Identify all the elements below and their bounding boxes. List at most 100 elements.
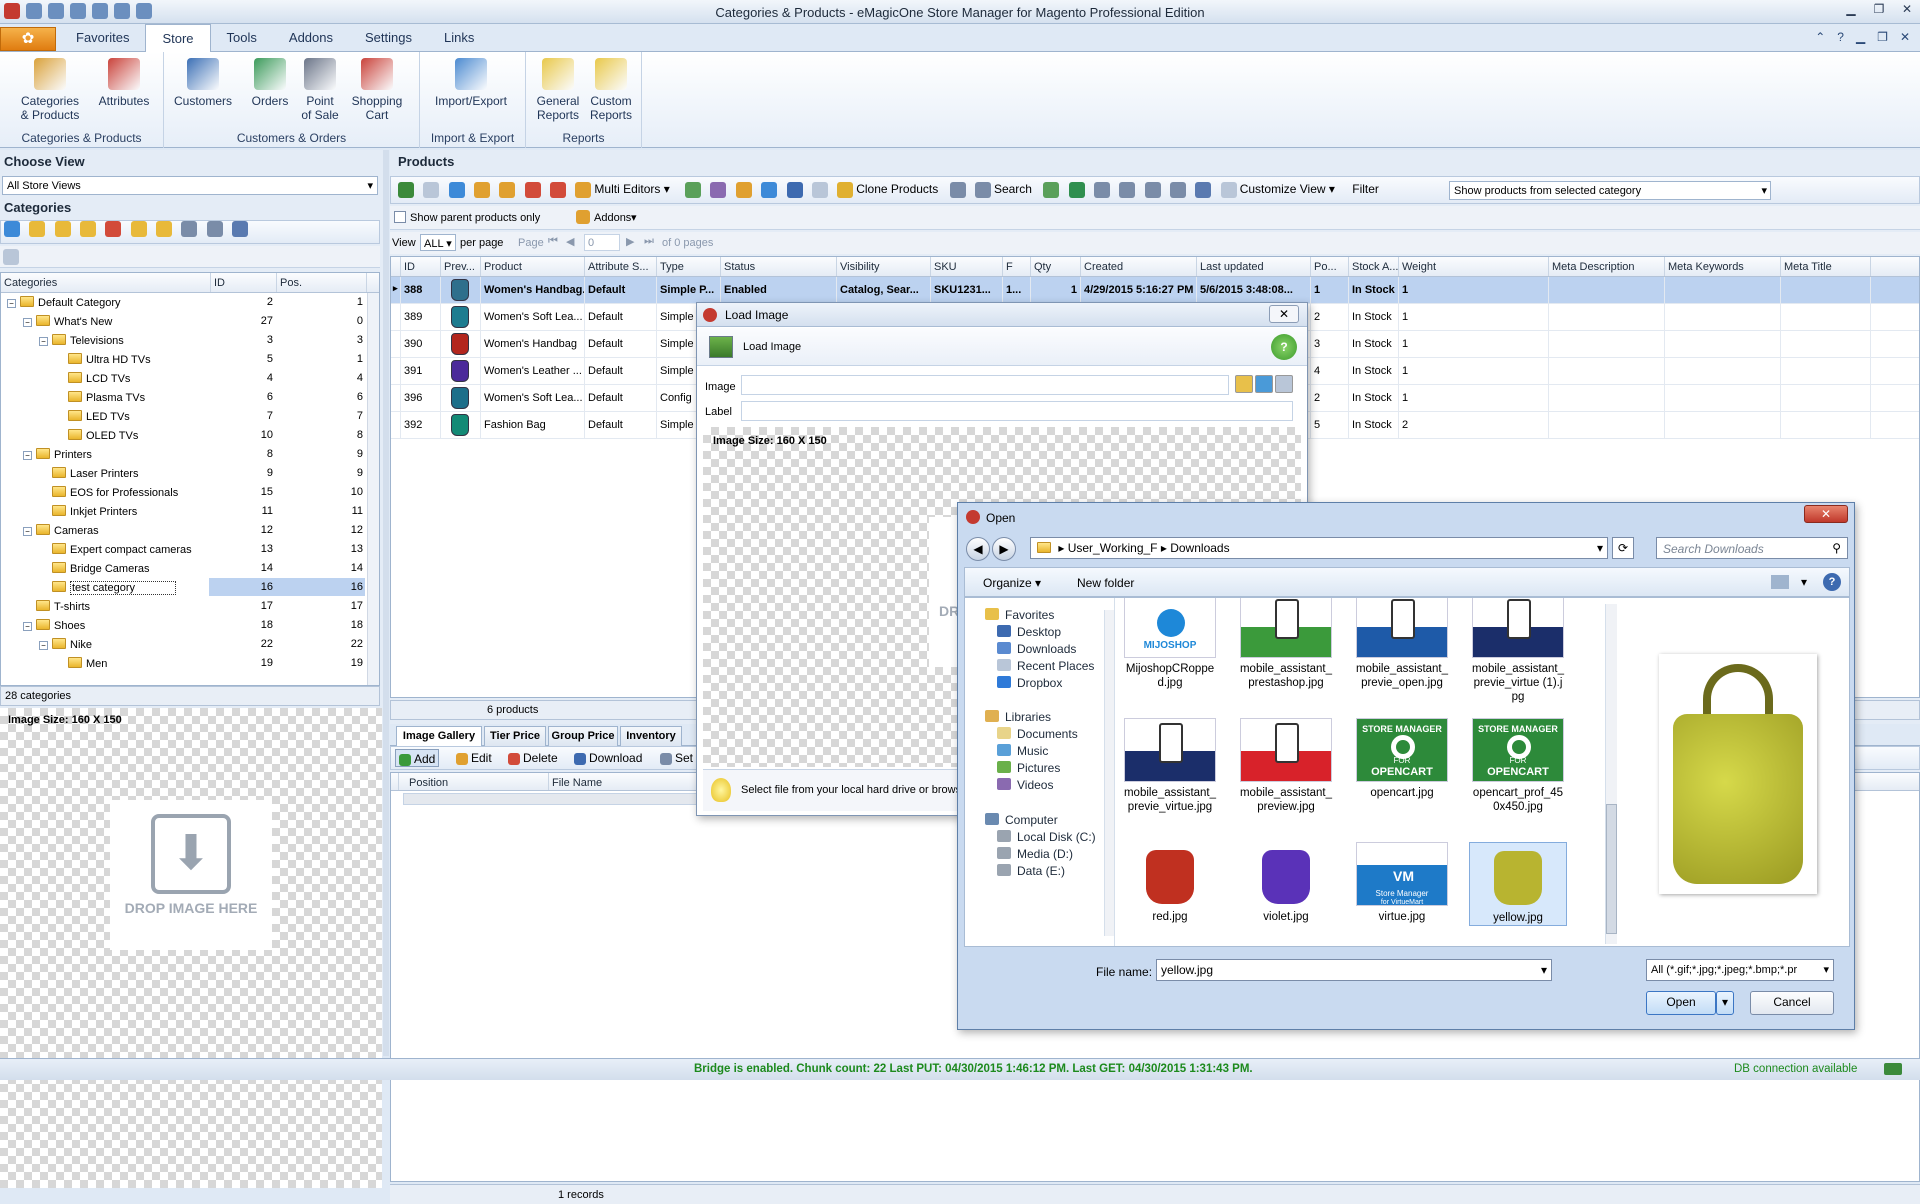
collapse-icon[interactable]: − — [39, 337, 48, 346]
file-item[interactable]: yellow.jpg — [1469, 842, 1567, 926]
tab-store[interactable]: Store — [145, 24, 211, 53]
category-tree-row[interactable]: OLED TVs 10 8 — [1, 426, 367, 445]
table-row[interactable]: ▸ 388 Women's Handbag... Default Simple P...… — [391, 277, 1919, 304]
tab-image-gallery[interactable]: Image Gallery — [396, 726, 482, 746]
refresh-icon[interactable] — [448, 182, 465, 198]
category-tree-row[interactable]: LED TVs 7 7 — [1, 407, 367, 426]
sort-asc-icon[interactable] — [1119, 182, 1136, 198]
ribbon-pointbutton[interactable]: Point of Sale — [296, 58, 344, 122]
minimize-icon[interactable]: ▁ — [1856, 30, 1865, 44]
maximize-icon[interactable]: ❐ — [1872, 2, 1886, 16]
customize-view-button[interactable]: Customize View — [1240, 182, 1326, 196]
bulk-icon[interactable] — [710, 182, 727, 198]
last-page-icon[interactable]: ⏭ — [644, 235, 654, 248]
col-prev-[interactable]: Prev... — [441, 257, 481, 276]
image-path-input[interactable] — [741, 375, 1229, 395]
add-subcategory-icon[interactable] — [54, 221, 71, 237]
nav-item[interactable]: Dropbox — [997, 676, 1062, 690]
category-tree-row[interactable]: Bridge Cameras 14 14 — [1, 559, 367, 578]
col-qty[interactable]: Qty — [1031, 257, 1081, 276]
nav-item[interactable]: Media (D:) — [997, 847, 1073, 861]
first-page-icon[interactable]: ⏮ — [548, 235, 558, 248]
nav-item[interactable]: Local Disk (C:) — [997, 830, 1096, 844]
search-button[interactable]: Search — [994, 182, 1032, 196]
add-category-icon[interactable] — [29, 221, 46, 237]
category-tree-row[interactable]: − Default Category 2 1 — [1, 293, 367, 312]
addons-button[interactable]: Addons — [594, 212, 631, 224]
tree-scrollbar[interactable] — [367, 293, 379, 685]
open-button[interactable]: Open — [1646, 991, 1716, 1015]
restore-icon[interactable]: ❐ — [1877, 30, 1888, 44]
page-input[interactable]: 0 — [584, 234, 620, 251]
col-position[interactable]: Position — [399, 773, 549, 790]
ribbon-attributesbutton[interactable]: Attributes — [92, 58, 156, 108]
app-menu-button[interactable]: ✿ — [0, 27, 56, 51]
category-tree-row[interactable]: Plasma TVs 6 6 — [1, 388, 367, 407]
category-tree-row[interactable]: LCD TVs 4 4 — [1, 369, 367, 388]
cancel-button[interactable]: Cancel — [1750, 991, 1834, 1015]
ribbon-categoriesbutton[interactable]: Categories & Products — [8, 58, 92, 122]
collapse-icon[interactable]: − — [23, 527, 32, 536]
collapse-icon[interactable]: − — [23, 318, 32, 327]
help-icon[interactable]: ? — [1823, 573, 1841, 591]
collapse-icon[interactable]: − — [39, 641, 48, 650]
folder-icon[interactable] — [130, 221, 147, 237]
expand-icon[interactable] — [1170, 182, 1187, 198]
category-tree-row[interactable]: − Televisions 3 3 — [1, 331, 367, 350]
back-icon[interactable] — [398, 182, 414, 198]
ribbon-generalbutton[interactable]: General Reports — [534, 58, 582, 122]
file-item[interactable]: mobile_assistant_preview.jpg — [1237, 718, 1335, 814]
nav-item[interactable]: Videos — [997, 778, 1053, 792]
copy-icon[interactable] — [811, 182, 828, 198]
columns-icon[interactable] — [1094, 182, 1110, 198]
category-tree-row[interactable]: − Cameras 12 12 — [1, 521, 367, 540]
delete-product-icon[interactable] — [524, 182, 541, 198]
delete-all-icon[interactable] — [550, 182, 567, 198]
edit-product-icon[interactable] — [499, 182, 516, 198]
col-weight[interactable]: Weight — [1399, 257, 1549, 276]
nav-item[interactable]: Desktop — [997, 625, 1061, 639]
add-product-icon[interactable] — [474, 182, 491, 198]
file-item[interactable]: MIJOSHOP MijoshopCRopped.jpg — [1121, 598, 1219, 690]
col-attribute-s-[interactable]: Attribute S... — [585, 257, 657, 276]
forward-icon[interactable]: ▶ — [992, 537, 1016, 561]
ribbon-shoppingbutton[interactable]: Shopping Cart — [348, 58, 406, 122]
col-sku[interactable]: SKU — [931, 257, 1003, 276]
col-pos[interactable]: Pos. — [277, 273, 367, 292]
file-type-select[interactable]: All (*.gif;*.jpg;*.jpeg;*.bmp;*.pr ▾ — [1646, 959, 1834, 981]
close-icon[interactable]: ✕ — [1900, 2, 1914, 16]
nav-item[interactable]: Data (E:) — [997, 864, 1065, 878]
category-image-area[interactable]: Image Size: 160 X 150 ⬇ DROP IMAGE HERE — [0, 708, 382, 1188]
ribbon-ordersbutton[interactable]: Orders — [250, 58, 290, 108]
col-type[interactable]: Type — [657, 257, 721, 276]
file-item[interactable]: red.jpg — [1121, 842, 1219, 924]
tab-settings[interactable]: Settings — [349, 24, 428, 52]
collapse-icon[interactable]: − — [23, 622, 32, 631]
nav-item[interactable]: Music — [997, 744, 1048, 758]
col-meta-description[interactable]: Meta Description — [1549, 257, 1665, 276]
ribbon-custombutton[interactable]: Custom Reports — [586, 58, 636, 122]
sort-desc-icon[interactable] — [1144, 182, 1161, 198]
tab-group-price[interactable]: Group Price — [548, 726, 618, 746]
tab-tier-price[interactable]: Tier Price — [484, 726, 546, 746]
nav-item[interactable]: Recent Places — [997, 659, 1094, 673]
next-page-icon[interactable]: ▶ — [626, 235, 634, 248]
help-icon[interactable]: ? — [1837, 30, 1844, 44]
tab-tools[interactable]: Tools — [211, 24, 273, 52]
gallery-icon[interactable] — [1275, 375, 1293, 393]
category-tree-row[interactable]: − Nike 22 22 — [1, 635, 367, 654]
export-icon[interactable] — [949, 182, 966, 198]
col-po-[interactable]: Po... — [1311, 257, 1349, 276]
breadcrumb-user[interactable]: User_Working_F — [1068, 541, 1158, 555]
clone-products-button[interactable]: Clone Products — [856, 182, 938, 196]
collapse-icon[interactable]: − — [7, 299, 16, 308]
web-icon[interactable] — [1255, 375, 1273, 393]
ribbon-import-exportbutton[interactable]: Import/Export — [428, 58, 514, 108]
folder-dropdown-icon[interactable] — [156, 221, 173, 237]
chevron-down-icon[interactable]: ▾ — [1801, 575, 1807, 589]
download-image-button[interactable]: Download — [571, 749, 645, 767]
collapse-icon[interactable]: − — [23, 451, 32, 460]
show-parent-checkbox[interactable] — [394, 211, 406, 223]
network-icon[interactable] — [1043, 182, 1060, 198]
search-downloads-input[interactable]: Search Downloads ⚲ — [1656, 537, 1848, 559]
